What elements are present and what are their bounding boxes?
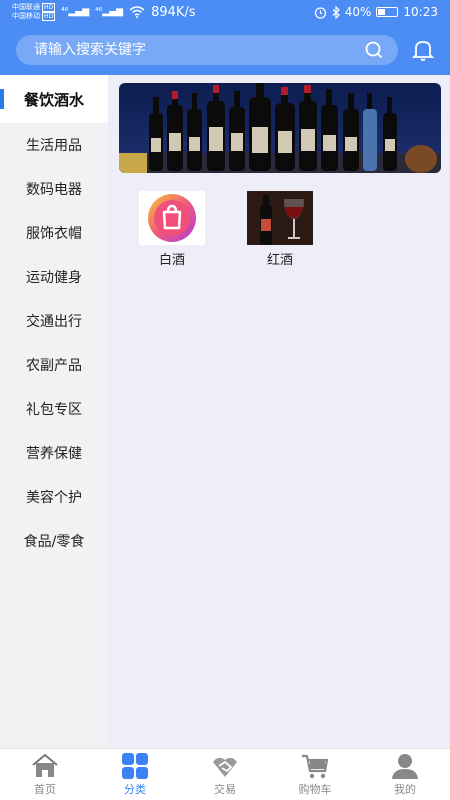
tab-trade[interactable]: 交易: [180, 749, 270, 800]
wine-bottles-image: [119, 83, 441, 173]
sidebar-item-electronics[interactable]: 数码电器: [0, 167, 108, 211]
sidebar-item-transport[interactable]: 交通出行: [0, 299, 108, 343]
carrier-info: 中国联通 HD 中国移动 HD: [12, 3, 56, 21]
sidebar-item-catering[interactable]: 餐饮酒水: [0, 75, 108, 123]
sidebar-item-apparel[interactable]: 服饰衣帽: [0, 211, 108, 255]
clock: 10:23: [403, 5, 438, 19]
user-icon: [392, 754, 418, 779]
sidebar-item-beauty[interactable]: 美容个护: [0, 475, 108, 519]
bottom-tab-bar: 首页 分类 交易 购物车 我的: [0, 748, 450, 800]
subcategory-red-wine[interactable]: 红酒: [246, 191, 314, 268]
handshake-icon: [213, 757, 237, 777]
category-sidebar: 餐饮酒水 生活用品 数码电器 服饰衣帽 运动健身 交通出行 农副产品 礼包专区 …: [0, 75, 108, 748]
subcategory-label: 红酒: [266, 253, 293, 268]
tab-me[interactable]: 我的: [360, 749, 450, 800]
sidebar-item-label: 生活用品: [26, 138, 82, 154]
sidebar-item-snacks[interactable]: 食品/零食: [0, 519, 108, 563]
header: 中国联通 HD 中国移动 HD ⁴⁶▂▄▆ ⁴⁶▂▄▆ 894K/s 40% 10:…: [0, 0, 450, 75]
sidebar-item-label: 交通出行: [26, 314, 82, 330]
tab-category[interactable]: 分类: [90, 749, 180, 800]
hd-badge: HD: [42, 3, 56, 12]
search-input[interactable]: [34, 42, 364, 58]
battery-icon: [376, 7, 399, 17]
sidebar-item-label: 运动健身: [26, 270, 82, 286]
sidebar-item-label: 礼包专区: [26, 402, 82, 418]
network-type: ⁴⁶: [61, 7, 69, 17]
signal-icon: ⁴⁶▂▄▆: [61, 7, 90, 17]
tab-label: 我的: [394, 783, 416, 796]
subcategory-grid: 白酒 红酒: [138, 191, 314, 268]
shopping-bag-logo-icon: [139, 191, 205, 245]
subcategory-label: 白酒: [158, 253, 185, 268]
carrier-1: 中国联通: [12, 3, 40, 11]
sidebar-item-label: 营养保健: [26, 446, 82, 462]
tab-label: 分类: [124, 783, 146, 796]
sidebar-item-label: 数码电器: [26, 182, 82, 198]
bell-icon[interactable]: [410, 37, 436, 63]
battery-percent: 40%: [344, 5, 372, 19]
carrier-2: 中国移动: [12, 12, 40, 20]
sidebar-item-label: 农副产品: [26, 358, 82, 374]
signal-icon: ⁴⁶▂▄▆: [95, 7, 124, 17]
tab-label: 交易: [214, 783, 236, 796]
alarm-icon: [314, 6, 326, 19]
home-icon: [32, 753, 58, 777]
red-wine-glass-icon: [247, 191, 313, 245]
promo-banner[interactable]: [119, 83, 441, 173]
sidebar-item-health[interactable]: 营养保健: [0, 431, 108, 475]
tab-label: 购物车: [298, 783, 332, 796]
sidebar-item-label: 餐饮酒水: [23, 90, 84, 109]
tab-cart[interactable]: 购物车: [270, 749, 360, 800]
network-type: ⁴⁶: [95, 7, 103, 17]
sidebar-item-label: 服饰衣帽: [26, 226, 82, 242]
category-content: 白酒 红酒: [108, 75, 450, 748]
sidebar-item-gift-packs[interactable]: 礼包专区: [0, 387, 108, 431]
subcategory-baijiu[interactable]: 白酒: [138, 191, 206, 268]
sidebar-item-daily-goods[interactable]: 生活用品: [0, 123, 108, 167]
hd-badge: HD: [42, 12, 56, 21]
battery-fill: [378, 9, 386, 15]
tab-home[interactable]: 首页: [0, 749, 90, 800]
search-icon[interactable]: [364, 40, 384, 60]
grid-icon: [122, 753, 148, 779]
sidebar-item-sports[interactable]: 运动健身: [0, 255, 108, 299]
sidebar-item-farm-products[interactable]: 农副产品: [0, 343, 108, 387]
sidebar-item-label: 食品/零食: [23, 534, 85, 550]
sidebar-item-label: 美容个护: [26, 490, 82, 506]
status-bar: 中国联通 HD 中国移动 HD ⁴⁶▂▄▆ ⁴⁶▂▄▆ 894K/s 40% 10:…: [0, 0, 450, 24]
network-speed: 894K/s: [151, 4, 196, 20]
search-bar[interactable]: [16, 35, 398, 65]
wifi-icon: [129, 6, 145, 18]
bluetooth-icon: [332, 5, 340, 19]
cart-icon: [302, 754, 329, 779]
tab-label: 首页: [34, 783, 56, 796]
